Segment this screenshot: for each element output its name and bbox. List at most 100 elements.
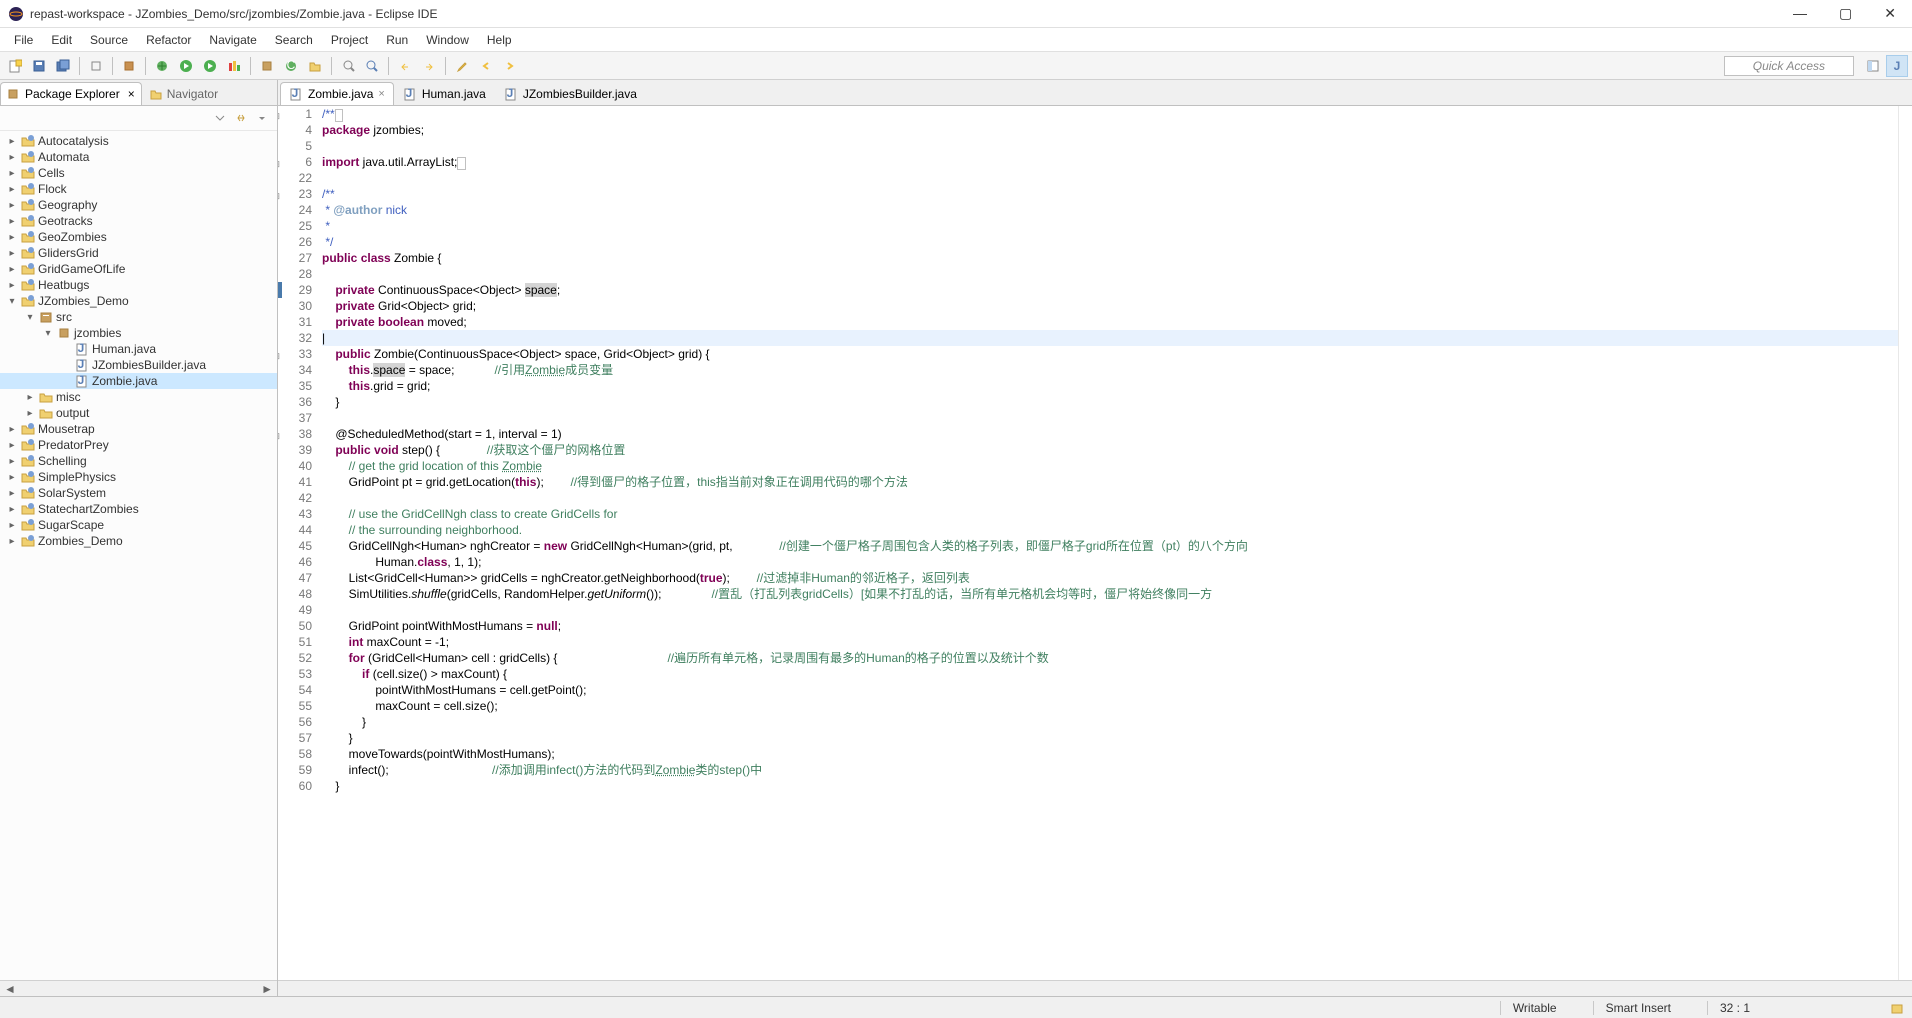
tree-item-schelling[interactable]: ▸Schelling bbox=[0, 453, 277, 469]
fold-icon[interactable]: ⊞ bbox=[278, 156, 280, 166]
expand-arrow-icon[interactable]: ▸ bbox=[6, 248, 18, 259]
expand-arrow-icon[interactable]: ▸ bbox=[6, 520, 18, 531]
line-number[interactable]: 46 bbox=[278, 554, 312, 570]
menu-help[interactable]: Help bbox=[479, 31, 520, 49]
tree-item-zombies-demo[interactable]: ▸Zombies_Demo bbox=[0, 533, 277, 549]
close-button[interactable]: ✕ bbox=[1876, 3, 1904, 24]
code-line[interactable]: maxCount = cell.size(); bbox=[322, 698, 1898, 714]
tree-item-human-java[interactable]: JHuman.java bbox=[0, 341, 277, 357]
line-number[interactable]: 56 bbox=[278, 714, 312, 730]
tree-item-jzombiesbuilder-java[interactable]: JJZombiesBuilder.java bbox=[0, 357, 277, 373]
close-icon[interactable]: × bbox=[378, 88, 384, 100]
debug-button[interactable] bbox=[151, 55, 173, 77]
line-number[interactable]: 25 bbox=[278, 218, 312, 234]
line-number[interactable]: 23⊟ bbox=[278, 186, 312, 202]
code-line[interactable]: GridPoint pointWithMostHumans = null; bbox=[322, 618, 1898, 634]
editor-scrollbar[interactable] bbox=[278, 980, 1912, 996]
line-number[interactable]: 58 bbox=[278, 746, 312, 762]
code-line[interactable]: if (cell.size() > maxCount) { bbox=[322, 666, 1898, 682]
expand-arrow-icon[interactable]: ▾ bbox=[24, 312, 36, 323]
line-number[interactable]: 50 bbox=[278, 618, 312, 634]
code-line[interactable]: * @author nick bbox=[322, 202, 1898, 218]
tree-item-simplephysics[interactable]: ▸SimplePhysics bbox=[0, 469, 277, 485]
code-area[interactable]: /** package jzombies; import java.util.A… bbox=[318, 106, 1898, 980]
menu-refactor[interactable]: Refactor bbox=[138, 31, 199, 49]
code-line[interactable]: package jzombies; bbox=[322, 122, 1898, 138]
tree-item-glidersgrid[interactable]: ▸GlidersGrid bbox=[0, 245, 277, 261]
code-line[interactable]: Human.class, 1, 1); bbox=[322, 554, 1898, 570]
line-number[interactable]: 37 bbox=[278, 410, 312, 426]
line-number[interactable]: 4 bbox=[278, 122, 312, 138]
tree-item-geotracks[interactable]: ▸Geotracks bbox=[0, 213, 277, 229]
code-line[interactable]: /** bbox=[322, 106, 1898, 122]
minimize-button[interactable]: — bbox=[1785, 3, 1815, 24]
code-line[interactable]: // get the grid location of this Zombie bbox=[322, 458, 1898, 474]
collapse-all-button[interactable] bbox=[211, 109, 229, 127]
line-number[interactable]: 44 bbox=[278, 522, 312, 538]
expand-arrow-icon[interactable]: ▸ bbox=[6, 280, 18, 291]
code-line[interactable]: private ContinuousSpace<Object> space; bbox=[322, 282, 1898, 298]
tree-item-misc[interactable]: ▸misc bbox=[0, 389, 277, 405]
next-annotation-button[interactable] bbox=[418, 55, 440, 77]
tree-item-jzombies[interactable]: ▾jzombies bbox=[0, 325, 277, 341]
line-number[interactable]: 60 bbox=[278, 778, 312, 794]
fold-icon[interactable]: ⊟ bbox=[278, 348, 280, 358]
code-line[interactable]: for (GridCell<Human> cell : gridCells) {… bbox=[322, 650, 1898, 666]
expand-arrow-icon[interactable]: ▾ bbox=[6, 296, 18, 307]
sidebar-tab-package-explorer[interactable]: Package Explorer× bbox=[0, 82, 142, 105]
menu-source[interactable]: Source bbox=[82, 31, 136, 49]
expand-arrow-icon[interactable]: ▸ bbox=[6, 424, 18, 435]
line-number[interactable]: 22 bbox=[278, 170, 312, 186]
code-line[interactable]: import java.util.ArrayList; bbox=[322, 154, 1898, 170]
expand-arrow-icon[interactable]: ▸ bbox=[6, 184, 18, 195]
coverage-button[interactable] bbox=[223, 55, 245, 77]
run-last-button[interactable] bbox=[199, 55, 221, 77]
editor-tab-human-java[interactable]: JHuman.java bbox=[394, 82, 495, 105]
line-number[interactable]: 33⊟ bbox=[278, 346, 312, 362]
tree-item-statechartzombies[interactable]: ▸StatechartZombies bbox=[0, 501, 277, 517]
fold-icon[interactable]: ⊟ bbox=[278, 188, 280, 198]
tree-item-automata[interactable]: ▸Automata bbox=[0, 149, 277, 165]
sidebar-scrollbar[interactable]: ◄► bbox=[0, 980, 277, 996]
line-number[interactable]: 30 bbox=[278, 298, 312, 314]
tree-item-jzombies-demo[interactable]: ▾JZombies_Demo bbox=[0, 293, 277, 309]
editor-body[interactable]: 1⊞456⊞2223⊟24252627282930!313233⊟3435363… bbox=[278, 106, 1912, 980]
tree-item-heatbugs[interactable]: ▸Heatbugs bbox=[0, 277, 277, 293]
code-line[interactable]: public class Zombie { bbox=[322, 250, 1898, 266]
quick-access-input[interactable]: Quick Access bbox=[1724, 56, 1854, 76]
line-gutter[interactable]: 1⊞456⊞2223⊟24252627282930!313233⊟3435363… bbox=[278, 106, 318, 980]
search-button[interactable] bbox=[361, 55, 383, 77]
tree-item-output[interactable]: ▸output bbox=[0, 405, 277, 421]
line-number[interactable]: 48 bbox=[278, 586, 312, 602]
line-number[interactable]: 51 bbox=[278, 634, 312, 650]
line-number[interactable]: 27 bbox=[278, 250, 312, 266]
tree-item-src[interactable]: ▾src bbox=[0, 309, 277, 325]
expand-arrow-icon[interactable]: ▸ bbox=[6, 216, 18, 227]
code-line[interactable] bbox=[322, 266, 1898, 282]
line-number[interactable]: 52 bbox=[278, 650, 312, 666]
line-number[interactable]: 49 bbox=[278, 602, 312, 618]
menu-edit[interactable]: Edit bbox=[43, 31, 80, 49]
expand-arrow-icon[interactable]: ▸ bbox=[6, 504, 18, 515]
code-line[interactable]: private Grid<Object> grid; bbox=[322, 298, 1898, 314]
code-line[interactable]: GridCellNgh<Human> nghCreator = new Grid… bbox=[322, 538, 1898, 554]
code-line[interactable]: infect(); //添加调用infect()方法的代码到Zombie类的st… bbox=[322, 762, 1898, 778]
line-number[interactable]: 41 bbox=[278, 474, 312, 490]
line-number[interactable]: 24 bbox=[278, 202, 312, 218]
line-number[interactable]: 6⊞ bbox=[278, 154, 312, 170]
line-number[interactable]: 32 bbox=[278, 330, 312, 346]
code-line[interactable]: | bbox=[322, 330, 1898, 346]
tree-item-solarsystem[interactable]: ▸SolarSystem bbox=[0, 485, 277, 501]
prev-annotation-button[interactable] bbox=[394, 55, 416, 77]
line-number[interactable]: 5 bbox=[278, 138, 312, 154]
line-number[interactable]: 35 bbox=[278, 378, 312, 394]
fold-icon[interactable]: ⊞ bbox=[278, 108, 280, 118]
code-line[interactable]: GridPoint pt = grid.getLocation(this); /… bbox=[322, 474, 1898, 490]
menu-search[interactable]: Search bbox=[267, 31, 321, 49]
line-number[interactable]: 57 bbox=[278, 730, 312, 746]
last-edit-button[interactable] bbox=[451, 55, 473, 77]
code-line[interactable]: SimUtilities.shuffle(gridCells, RandomHe… bbox=[322, 586, 1898, 602]
close-icon[interactable]: × bbox=[128, 87, 135, 101]
line-number[interactable]: 55 bbox=[278, 698, 312, 714]
line-number[interactable]: 34 bbox=[278, 362, 312, 378]
